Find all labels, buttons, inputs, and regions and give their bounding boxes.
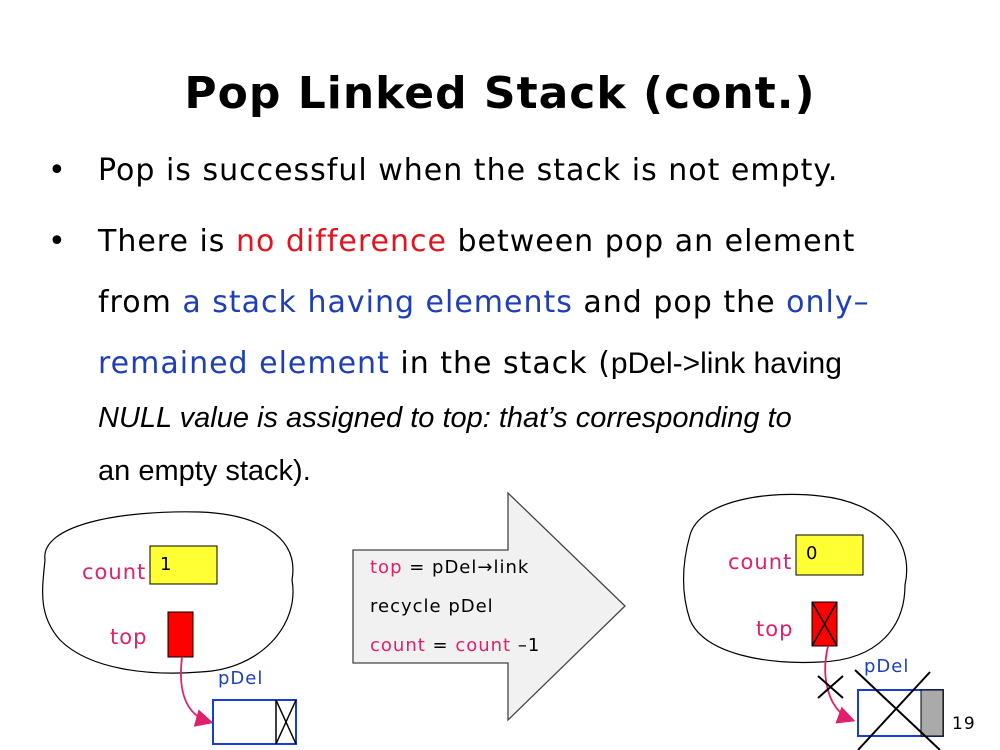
right-pdel-label: pDel [864, 656, 910, 677]
arrow-line-2: recycle pDel [370, 596, 494, 617]
right-count-value: 0 [806, 543, 818, 564]
left-pdel-arrow [180, 656, 214, 727]
text-run: = [425, 635, 456, 656]
arrow-line-1: top = pDel→link [370, 557, 529, 578]
right-stack-cloud [683, 493, 908, 664]
left-count-label: count [82, 560, 147, 584]
text-run: = pDel→link [402, 557, 530, 578]
page-number: 19 [952, 714, 976, 734]
arrow-line-3: count = count –1 [370, 635, 540, 656]
left-pdel-label: pDel [218, 668, 264, 689]
right-top-label: top [756, 617, 794, 641]
left-top-pointer-box [167, 611, 194, 658]
text-run: count [370, 635, 426, 656]
left-count-value: 1 [160, 554, 172, 575]
right-node-link-field [920, 689, 944, 737]
left-node-box [212, 699, 297, 745]
text-run: top [370, 557, 403, 578]
right-count-label: count [728, 550, 793, 574]
right-pdel-arrow [824, 645, 856, 724]
text-run: count [455, 635, 512, 656]
text-run: –1 [511, 635, 541, 656]
left-top-label: top [110, 625, 148, 649]
